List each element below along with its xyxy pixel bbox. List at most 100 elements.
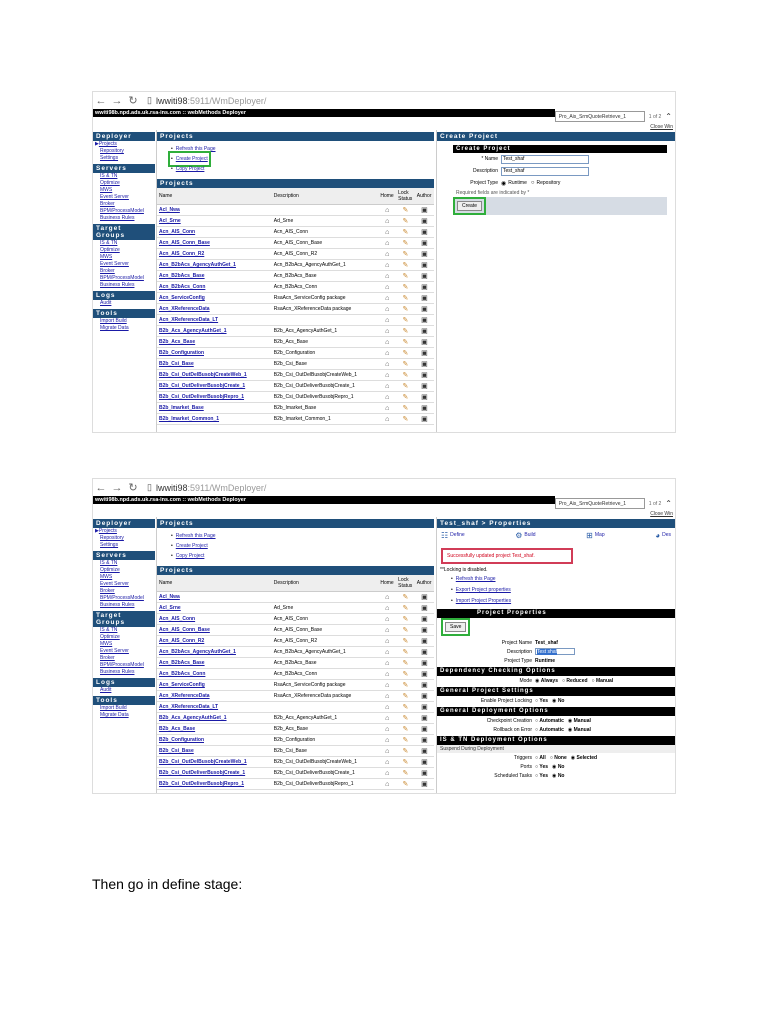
project-name-link[interactable]: Acn_B2bAcs_Base <box>157 657 272 669</box>
description-input[interactable] <box>501 166 589 176</box>
mode-always-radio[interactable]: ◉ Always <box>535 678 558 684</box>
author-icon[interactable]: ▣ <box>414 270 434 282</box>
lock-icon[interactable]: ✎ <box>396 391 415 403</box>
home-icon[interactable]: ⌂ <box>378 679 397 691</box>
project-name-link[interactable]: Acn_B2bAcs_Conn <box>157 281 272 293</box>
project-name-link[interactable]: B2b_Csi_Base <box>157 745 272 757</box>
lock-icon[interactable]: ✎ <box>396 668 415 680</box>
lock-icon[interactable]: ✎ <box>396 270 415 282</box>
lock-icon[interactable]: ✎ <box>396 679 415 691</box>
lock-icon[interactable]: ✎ <box>396 690 415 702</box>
project-name-link[interactable]: B2b_Csi_OutDelBusobjCreateWeb_1 <box>157 756 272 768</box>
home-icon[interactable]: ⌂ <box>378 369 397 381</box>
checkpoint-auto-radio[interactable]: ○ Automatic <box>535 718 564 724</box>
author-icon[interactable]: ▣ <box>414 314 434 326</box>
project-name-link[interactable]: B2b_Csi_OutDelBusobjCreateWeb_1 <box>157 369 272 381</box>
project-name-link[interactable]: Acn_XReferenceData <box>157 303 272 315</box>
import-properties-link[interactable]: Import Project Properties <box>451 596 675 607</box>
scheduled-yes-radio[interactable]: ○ Yes <box>535 773 548 779</box>
project-name-link[interactable]: B2b_Imarket_Common_1 <box>157 413 272 425</box>
export-properties-link[interactable]: Export Project properties <box>451 585 675 596</box>
author-icon[interactable]: ▣ <box>414 248 434 260</box>
create-project-link[interactable]: Create Project <box>168 151 211 167</box>
triggers-all-radio[interactable]: ○ All <box>535 755 546 761</box>
lock-icon[interactable]: ✎ <box>396 369 415 381</box>
lock-icon[interactable]: ✎ <box>396 646 415 658</box>
sidebar-item-servers-2[interactable]: MWS <box>93 574 155 581</box>
lock-icon[interactable]: ✎ <box>396 712 415 724</box>
project-name-link[interactable]: Acn_AIS_Conn_Base <box>157 624 272 636</box>
lock-icon[interactable]: ✎ <box>396 624 415 636</box>
project-name-link[interactable]: B2b_Csi_OutDeliverBusobjRepro_1 <box>157 391 272 403</box>
author-icon[interactable]: ▣ <box>414 325 434 337</box>
sidebar-item-deployer-0[interactable]: ▶Projects <box>93 141 155 148</box>
home-icon[interactable]: ⌂ <box>378 635 397 647</box>
project-name-link[interactable]: Acn_AIS_Conn_Base <box>157 237 272 249</box>
lock-icon[interactable]: ✎ <box>396 259 415 271</box>
lock-icon[interactable]: ✎ <box>396 303 415 315</box>
sidebar-item-logs-0[interactable]: Audit <box>93 687 155 694</box>
find-input[interactable]: Pro_Ais_SrmQuoteRetrieve_1 <box>554 111 645 122</box>
author-icon[interactable]: ▣ <box>414 292 434 304</box>
lock-icon[interactable]: ✎ <box>396 745 415 757</box>
lock-icon[interactable]: ✎ <box>396 767 415 779</box>
project-name-link[interactable]: Acn_AIS_Conn <box>157 226 272 238</box>
home-icon[interactable]: ⌂ <box>378 734 397 746</box>
sidebar-item-deployer-2[interactable]: Settings <box>93 155 155 162</box>
author-icon[interactable]: ▣ <box>414 369 434 381</box>
sidebar-item-servers-4[interactable]: Broker <box>93 201 155 208</box>
sidebar-item-tools-0[interactable]: Import Build <box>93 318 155 325</box>
home-icon[interactable]: ⌂ <box>378 756 397 768</box>
home-icon[interactable]: ⌂ <box>378 347 397 359</box>
sidebar-item-deployer-2[interactable]: Settings <box>93 542 155 549</box>
name-input[interactable] <box>501 154 589 164</box>
home-icon[interactable]: ⌂ <box>378 358 397 370</box>
project-name-link[interactable]: Acn_B2bAcs_Conn <box>157 668 272 680</box>
forward-icon[interactable]: → <box>111 95 123 107</box>
author-icon[interactable]: ▣ <box>414 745 434 757</box>
author-icon[interactable]: ▣ <box>414 347 434 359</box>
refresh-link[interactable]: Refresh this Page <box>451 574 675 585</box>
sidebar-item-servers-3[interactable]: Event Server <box>93 581 155 588</box>
sidebar-item-deployer-0[interactable]: ▶Projects <box>93 528 155 535</box>
project-name-link[interactable]: B2b_Configuration <box>157 347 272 359</box>
project-name-link[interactable]: Acl_Nwa <box>157 591 272 603</box>
home-icon[interactable]: ⌂ <box>378 248 397 260</box>
author-icon[interactable]: ▣ <box>414 259 434 271</box>
project-name-link[interactable]: Acn_ServiceConfig <box>157 292 272 304</box>
lock-icon[interactable]: ✎ <box>396 204 415 216</box>
home-icon[interactable]: ⌂ <box>378 204 397 216</box>
lock-icon[interactable]: ✎ <box>396 281 415 293</box>
create-project-link[interactable]: Create Project <box>171 541 434 551</box>
lock-icon[interactable]: ✎ <box>396 613 415 625</box>
address-bar[interactable]: lwwiti98:5911/WmDeployer/ <box>156 96 266 106</box>
author-icon[interactable]: ▣ <box>414 767 434 779</box>
home-icon[interactable]: ⌂ <box>378 646 397 658</box>
home-icon[interactable]: ⌂ <box>378 259 397 271</box>
home-icon[interactable]: ⌂ <box>378 413 397 425</box>
tab-build[interactable]: ⚙ Build <box>515 531 535 540</box>
author-icon[interactable]: ▣ <box>414 668 434 680</box>
tab-map[interactable]: ⊞ Map <box>586 531 604 540</box>
sidebar-item-servers-1[interactable]: Optimize <box>93 180 155 187</box>
project-name-link[interactable]: B2b_Acs_Base <box>157 336 272 348</box>
author-icon[interactable]: ▣ <box>414 712 434 724</box>
back-icon[interactable]: ← <box>95 482 107 494</box>
runtime-radio[interactable]: ◉ <box>501 180 506 187</box>
project-name-link[interactable]: B2b_Csi_OutDeliverBusobjCreate_1 <box>157 380 272 392</box>
home-icon[interactable]: ⌂ <box>378 613 397 625</box>
author-icon[interactable]: ▣ <box>414 204 434 216</box>
copy-project-link[interactable]: Copy Project <box>171 551 434 561</box>
sidebar-item-target-6[interactable]: Business Rules <box>93 669 155 676</box>
author-icon[interactable]: ▣ <box>414 336 434 348</box>
project-name-link[interactable]: Acl_Srne <box>157 215 272 227</box>
home-icon[interactable]: ⌂ <box>378 314 397 326</box>
project-name-link[interactable]: Acn_B2bAcs_AgencyAuthGet_1 <box>157 259 272 271</box>
lock-icon[interactable]: ✎ <box>396 635 415 647</box>
author-icon[interactable]: ▣ <box>414 358 434 370</box>
author-icon[interactable]: ▣ <box>414 756 434 768</box>
locking-yes-radio[interactable]: ○ Yes <box>535 698 548 704</box>
sidebar-item-target-2[interactable]: MWS <box>93 641 155 648</box>
home-icon[interactable]: ⌂ <box>378 292 397 304</box>
home-icon[interactable]: ⌂ <box>378 391 397 403</box>
